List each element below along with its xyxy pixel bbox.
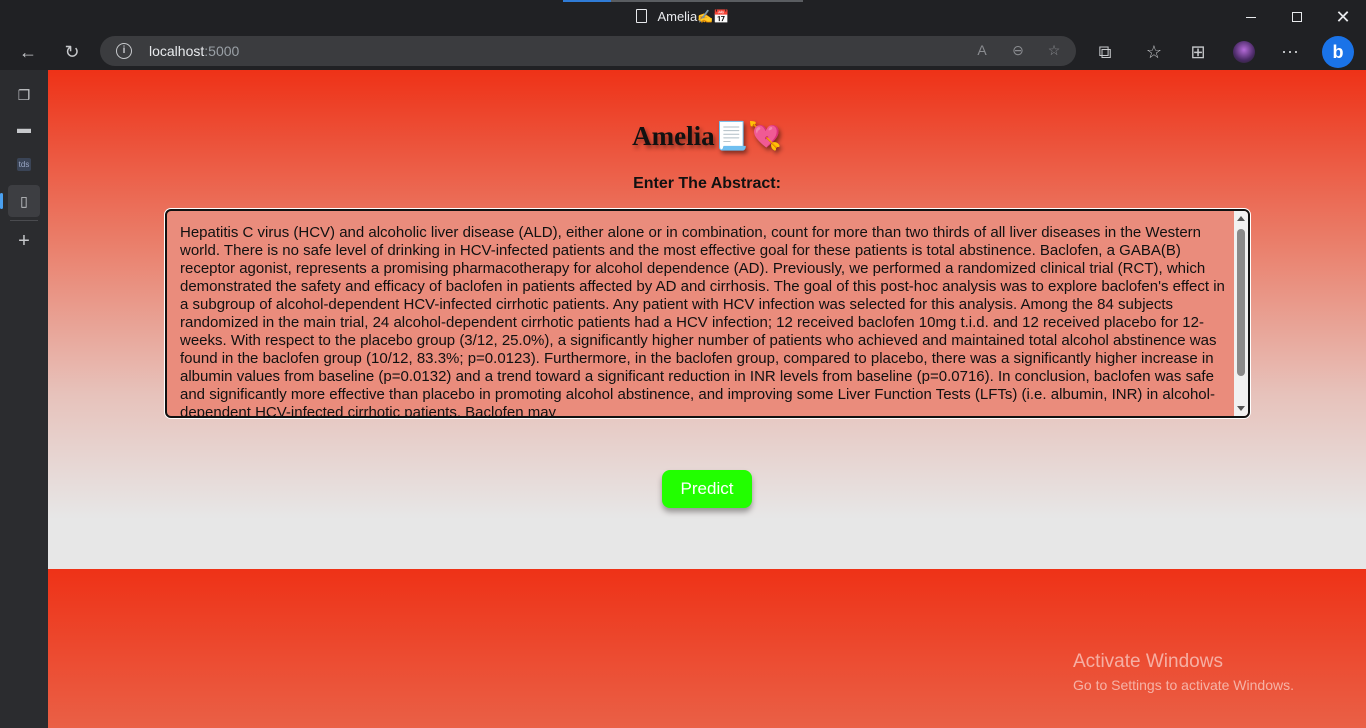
bing-icon[interactable]: b — [1322, 36, 1354, 68]
vertical-tab-sidebar: ❐ ▬ tds ▯ + — [0, 70, 48, 728]
more-menu-icon[interactable]: ⋯ — [1274, 36, 1306, 68]
read-aloud-icon[interactable]: A — [972, 42, 992, 58]
scroll-up-icon[interactable] — [1237, 216, 1245, 221]
hero-section: Amelia📃💘 Enter The Abstract: Hepatitis C… — [48, 70, 1366, 569]
predict-button[interactable]: Predict — [662, 470, 752, 508]
tab-title-text: Amelia✍️📅 — [657, 9, 730, 24]
abstract-text[interactable]: Hepatitis C virus (HCV) and alcoholic li… — [180, 224, 1226, 416]
tds-tab-icon[interactable]: tds — [8, 148, 40, 180]
sidebar-divider — [10, 220, 38, 221]
new-tab-icon[interactable]: + — [8, 225, 40, 257]
site-info-icon[interactable]: i — [116, 43, 132, 59]
scroll-down-icon[interactable] — [1237, 406, 1245, 411]
add-favorite-icon[interactable]: ☆ — [1044, 42, 1064, 59]
watermark-title: Activate Windows — [1073, 651, 1223, 672]
profile-avatar[interactable] — [1233, 41, 1255, 63]
textarea-scrollbar[interactable] — [1234, 211, 1248, 416]
maximize-button[interactable] — [1274, 0, 1320, 34]
extensions-icon[interactable]: ⧉ — [1089, 36, 1121, 68]
page-icon — [636, 9, 648, 23]
tab-actions-icon[interactable]: ❐ — [8, 79, 40, 111]
abstract-textarea[interactable]: Hepatitis C virus (HCV) and alcoholic li… — [165, 209, 1250, 418]
current-tab-icon[interactable]: ▯ — [0, 185, 40, 217]
page-title: Amelia📃💘 — [632, 121, 782, 151]
window-title[interactable]: Amelia✍️📅 — [0, 9, 1366, 25]
page-content: Amelia📃💘 Enter The Abstract: Hepatitis C… — [48, 70, 1366, 728]
abstract-label: Enter The Abstract: — [633, 175, 781, 192]
url-text[interactable]: localhost:5000 — [149, 43, 239, 59]
back-icon[interactable]: ← — [12, 36, 44, 68]
title-bar: Amelia✍️📅 ✕ — [0, 0, 1366, 34]
browser-toolbar: ← ↻ i localhost:5000 A ⊖ ☆ ⧉ ☆ ⊞ ⋯ b — [0, 34, 1366, 70]
refresh-icon[interactable]: ↻ — [56, 36, 88, 68]
windows-activation-watermark: Activate Windows Go to Settings to activ… — [1073, 651, 1294, 693]
address-bar[interactable]: i localhost:5000 A ⊖ ☆ — [100, 36, 1076, 66]
book-tab-icon[interactable]: ▬ — [8, 112, 40, 144]
tab-strip-indicator — [563, 0, 803, 2]
collections-icon[interactable]: ⊞ — [1182, 36, 1214, 68]
minimize-button[interactable] — [1228, 0, 1274, 34]
lower-section — [48, 569, 1366, 728]
close-button[interactable]: ✕ — [1320, 0, 1366, 34]
scroll-thumb[interactable] — [1237, 229, 1245, 376]
watermark-subtitle: Go to Settings to activate Windows. — [1073, 677, 1294, 693]
favorites-icon[interactable]: ☆ — [1138, 36, 1170, 68]
zoom-out-icon[interactable]: ⊖ — [1008, 42, 1028, 59]
